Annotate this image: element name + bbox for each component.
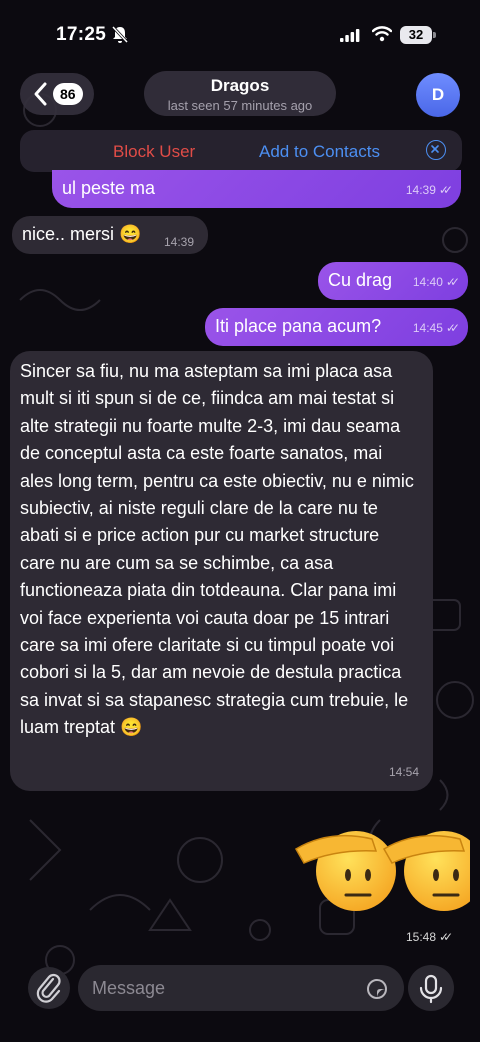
paperclip-icon <box>36 973 61 1003</box>
contact-action-bar: Block User Add to Contacts <box>20 130 462 172</box>
microphone-icon <box>419 974 443 1004</box>
chevron-left-icon <box>34 82 47 106</box>
message-text: ul peste ma <box>62 178 156 198</box>
message-time: 14:39 ✓✓ <box>405 183 453 197</box>
message-bubble-outgoing[interactable]: Cu drag 14:40 ✓✓ <box>318 262 468 300</box>
cellular-signal-icon <box>340 29 360 42</box>
add-to-contacts-button[interactable]: Add to Contacts <box>259 142 380 162</box>
battery-indicator: 32 <box>400 26 432 44</box>
message-text: Sincer sa fiu, nu ma asteptam sa imi pla… <box>20 361 414 738</box>
message-bubble-incoming[interactable]: nice.. mersi 😄 14:39 <box>12 216 208 254</box>
close-icon[interactable] <box>426 140 446 160</box>
message-time: 14:45 ✓✓ <box>412 321 460 335</box>
back-button[interactable]: 86 <box>20 73 94 115</box>
sticker-icon[interactable] <box>366 978 388 1000</box>
status-time: 17:25 <box>56 24 107 45</box>
message-time: 14:40 ✓✓ <box>412 275 460 289</box>
status-bar: 17:25 32 <box>0 0 480 64</box>
message-bubble-outgoing[interactable]: ul peste ma 14:39 ✓✓ <box>52 170 461 208</box>
message-time: 15:48 ✓✓ <box>406 930 453 944</box>
attach-button[interactable] <box>28 967 70 1009</box>
message-text: Cu drag <box>328 270 393 290</box>
unread-count-badge: 86 <box>53 83 83 105</box>
sticker-message[interactable] <box>290 823 480 924</box>
wifi-icon <box>372 26 392 42</box>
message-text: nice.. mersi 😄 <box>22 224 142 244</box>
saluting-face-icon <box>294 831 480 911</box>
microphone-button[interactable] <box>408 965 454 1011</box>
message-input[interactable]: Message <box>78 965 404 1011</box>
battery-nub <box>433 32 436 38</box>
bell-muted-icon <box>112 26 128 44</box>
read-checkmarks-icon: ✓✓ <box>445 321 460 335</box>
message-placeholder: Message <box>92 978 166 998</box>
read-checkmarks-icon: ✓✓ <box>439 930 453 944</box>
message-text: Iti place pana acum? <box>215 316 382 336</box>
message-bubble-incoming[interactable]: Sincer sa fiu, nu ma asteptam sa imi pla… <box>10 351 433 791</box>
chat-title[interactable]: Dragos last seen 57 minutes ago <box>144 71 336 116</box>
block-user-button[interactable]: Block User <box>113 142 195 162</box>
message-time: 14:39 <box>164 235 195 249</box>
read-checkmarks-icon: ✓✓ <box>445 275 460 289</box>
message-bubble-outgoing[interactable]: Iti place pana acum? 14:45 ✓✓ <box>205 308 468 346</box>
message-time: 14:54 <box>388 765 419 779</box>
read-checkmarks-icon: ✓✓ <box>438 183 453 197</box>
last-seen-status: last seen 57 minutes ago <box>167 98 313 113</box>
contact-name: Dragos <box>210 76 270 95</box>
avatar[interactable]: D <box>416 73 460 117</box>
